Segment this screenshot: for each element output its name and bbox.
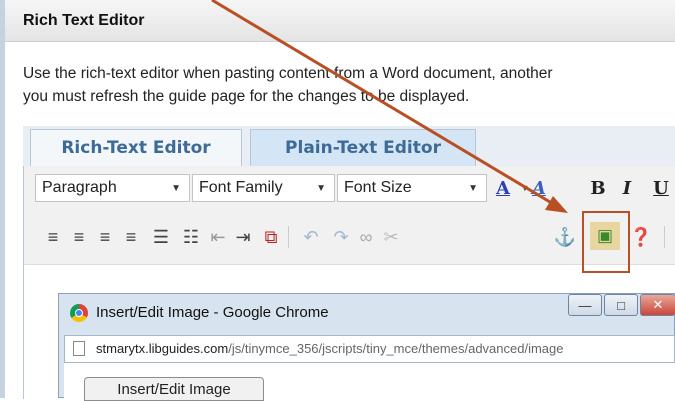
arrow-head xyxy=(545,196,568,213)
arrow-shaft xyxy=(211,0,556,207)
annotation-arrow xyxy=(211,0,568,213)
